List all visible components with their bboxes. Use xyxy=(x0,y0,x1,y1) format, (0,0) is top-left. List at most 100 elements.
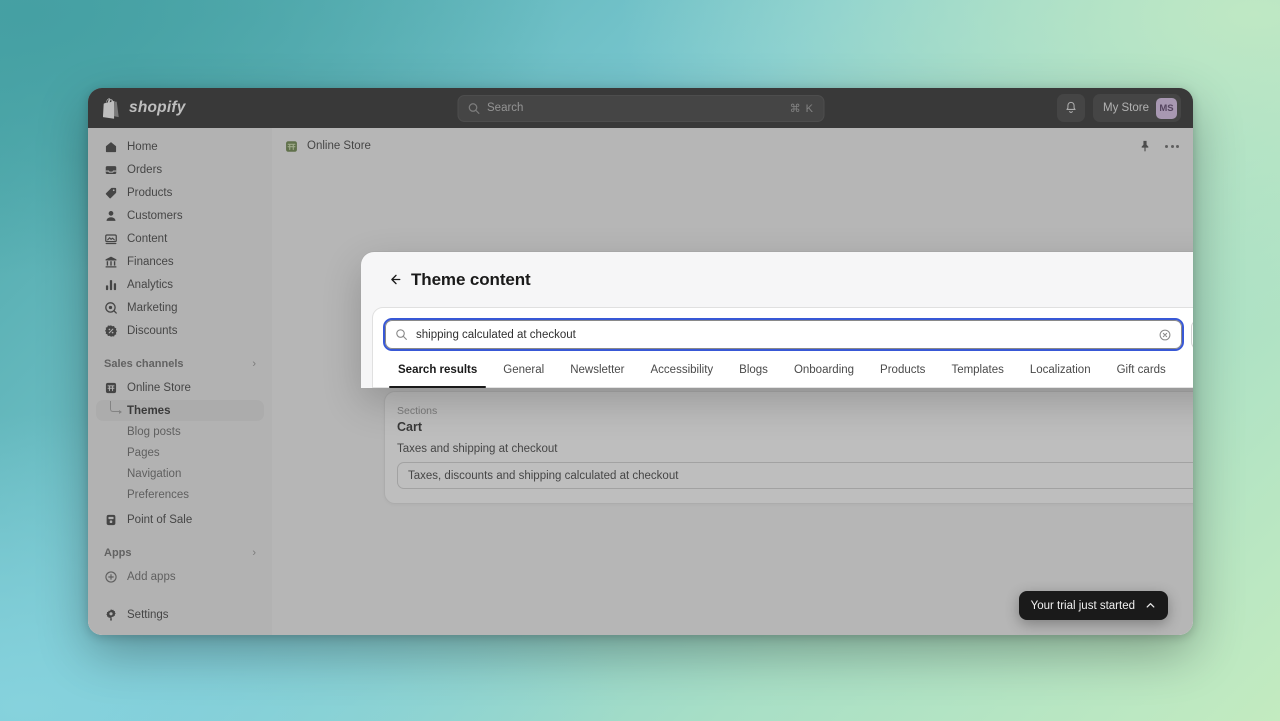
sidebar-item-label: Online Store xyxy=(127,382,191,394)
sidebar-footer: Settings xyxy=(96,604,264,627)
breadcrumb[interactable]: Online Store xyxy=(284,139,371,154)
sidebar-subitem-label: Pages xyxy=(127,446,160,459)
tab-templates[interactable]: Templates xyxy=(938,360,1016,387)
person-icon xyxy=(104,209,118,223)
global-search-placeholder: Search xyxy=(487,102,524,114)
clear-circle-icon[interactable] xyxy=(1158,328,1172,342)
bar-chart-icon xyxy=(104,278,118,292)
bell-icon xyxy=(1066,101,1076,113)
sidebar-item-label: Products xyxy=(127,187,173,199)
sidebar-item-label: Orders xyxy=(127,164,163,176)
product-tag-icon xyxy=(104,186,118,200)
sidebar-item-home[interactable]: Home xyxy=(96,136,264,158)
sidebar-group-label: Sales channels xyxy=(104,358,184,370)
sidebar-item-customers[interactable]: Customers xyxy=(96,205,264,227)
breadcrumb-actions xyxy=(1138,139,1179,153)
sidebar-item-settings[interactable]: Settings xyxy=(96,604,264,626)
tab-accessibility[interactable]: Accessibility xyxy=(638,360,727,387)
theme-content-sheet: Theme content Save shipping calculated a… xyxy=(361,252,1193,388)
tab-onboarding[interactable]: Onboarding xyxy=(781,360,867,387)
pin-icon xyxy=(1141,140,1149,152)
notifications-button[interactable] xyxy=(1056,94,1085,122)
back-button[interactable] xyxy=(383,269,405,291)
sidebar-item-navigation[interactable]: Navigation xyxy=(96,463,264,484)
sidebar-item-marketing[interactable]: Marketing xyxy=(96,297,264,319)
sidebar-item-pages[interactable]: Pages xyxy=(96,442,264,463)
sidebar-item-content[interactable]: Content xyxy=(96,228,264,250)
global-search-input[interactable]: Search ⌘ K xyxy=(457,94,824,122)
sidebar-subitem-label: Themes xyxy=(127,404,171,417)
tab-localization[interactable]: Localization xyxy=(1017,360,1104,387)
orders-inbox-icon xyxy=(104,163,118,177)
chevron-right-icon: › xyxy=(252,547,256,559)
sidebar-item-label: Marketing xyxy=(127,302,178,314)
tab-general[interactable]: General xyxy=(490,360,557,387)
point-of-sale-icon xyxy=(104,513,118,527)
sidebar-group-apps[interactable]: Apps › xyxy=(96,542,264,564)
global-search-shortcut: ⌘ K xyxy=(789,102,814,115)
sidebar-item-label: Home xyxy=(127,141,158,153)
toast-message: Your trial just started xyxy=(1030,599,1135,612)
sidebar-item-point-of-sale[interactable]: Point of Sale xyxy=(96,509,264,531)
result-group-kicker: Sections xyxy=(397,405,438,417)
sidebar-item-orders[interactable]: Orders xyxy=(96,159,264,181)
sidebar-item-finances[interactable]: Finances xyxy=(96,251,264,273)
tab-newsletter[interactable]: Newsletter xyxy=(557,360,637,387)
storefront-green-icon xyxy=(286,140,297,152)
sidebar-item-label: Point of Sale xyxy=(127,514,193,526)
sidebar-item-label: Discounts xyxy=(127,325,178,337)
sidebar-item-preferences[interactable]: Preferences xyxy=(96,484,264,505)
search-row: shipping calculated at checkout Filter xyxy=(373,308,1193,360)
home-icon xyxy=(104,140,118,154)
megaphone-target-icon xyxy=(104,301,118,315)
theme-content-tabs: Search results General Newsletter Access… xyxy=(373,360,1193,388)
breadcrumb-bar: Online Store xyxy=(272,128,1193,164)
chevron-up-icon xyxy=(1146,603,1155,608)
sidebar-item-themes[interactable]: Themes xyxy=(96,400,264,421)
avatar: MS xyxy=(1156,97,1177,119)
sheet-header: Theme content Save xyxy=(361,252,1193,307)
page-title: Theme content xyxy=(411,269,531,289)
store-account-chip[interactable]: My Store MS xyxy=(1092,94,1181,122)
discount-icon xyxy=(104,324,118,338)
brand-wordmark: shopify xyxy=(129,99,186,116)
tab-products[interactable]: Products xyxy=(867,360,938,387)
sidebar-item-blog-posts[interactable]: Blog posts xyxy=(96,421,264,442)
shopify-bag-icon xyxy=(103,97,119,119)
sidebar-subitem-label: Navigation xyxy=(127,467,182,480)
sidebar-item-label: Analytics xyxy=(127,279,174,291)
sidebar-item-products[interactable]: Products xyxy=(96,182,264,204)
global-topbar: shopify Search ⌘ K My Store MS xyxy=(88,88,1193,128)
sidebar-navigation: Home Orders Products Customers Content F… xyxy=(88,128,272,635)
sidebar-item-label: Finances xyxy=(127,256,174,268)
trial-toast[interactable]: Your trial just started xyxy=(1018,591,1168,620)
breadcrumb-label: Online Store xyxy=(307,140,371,152)
search-icon xyxy=(468,102,479,114)
sidebar-item-label: Add apps xyxy=(127,571,176,583)
result-field-input[interactable]: Taxes, discounts and shipping calculated… xyxy=(397,462,1193,489)
shopify-admin-window: shopify Search ⌘ K My Store MS Home Orde… xyxy=(88,88,1193,635)
store-name: My Store xyxy=(1102,102,1149,114)
tab-blogs[interactable]: Blogs xyxy=(726,360,781,387)
result-group-title: Cart xyxy=(397,420,423,434)
chevron-right-icon: › xyxy=(252,358,256,370)
sidebar-item-label: Customers xyxy=(127,210,183,222)
pin-button[interactable] xyxy=(1138,139,1152,153)
sidebar-group-label: Apps xyxy=(104,547,132,559)
tab-gift-cards[interactable]: Gift cards xyxy=(1104,360,1179,387)
filter-button[interactable]: Filter xyxy=(1191,320,1193,349)
sidebar-item-add-apps[interactable]: Add apps xyxy=(96,566,264,588)
sidebar-group-sales-channels[interactable]: Sales channels › xyxy=(96,353,264,375)
search-input[interactable]: shipping calculated at checkout xyxy=(382,318,1185,351)
sidebar-subitem-label: Blog posts xyxy=(127,425,181,438)
shopify-logo[interactable]: shopify xyxy=(100,97,186,119)
sheet-card: shipping calculated at checkout Filter S… xyxy=(372,307,1193,388)
result-field-label: Taxes and shipping at checkout xyxy=(397,443,558,455)
arrow-left-icon xyxy=(390,274,400,285)
tab-search-results[interactable]: Search results xyxy=(385,360,490,388)
more-horizontal-icon[interactable] xyxy=(1165,144,1179,148)
topbar-right-group: My Store MS xyxy=(1056,94,1181,122)
sidebar-item-discounts[interactable]: Discounts xyxy=(96,320,264,342)
sidebar-item-analytics[interactable]: Analytics xyxy=(96,274,264,296)
sidebar-item-online-store[interactable]: Online Store xyxy=(96,377,264,399)
